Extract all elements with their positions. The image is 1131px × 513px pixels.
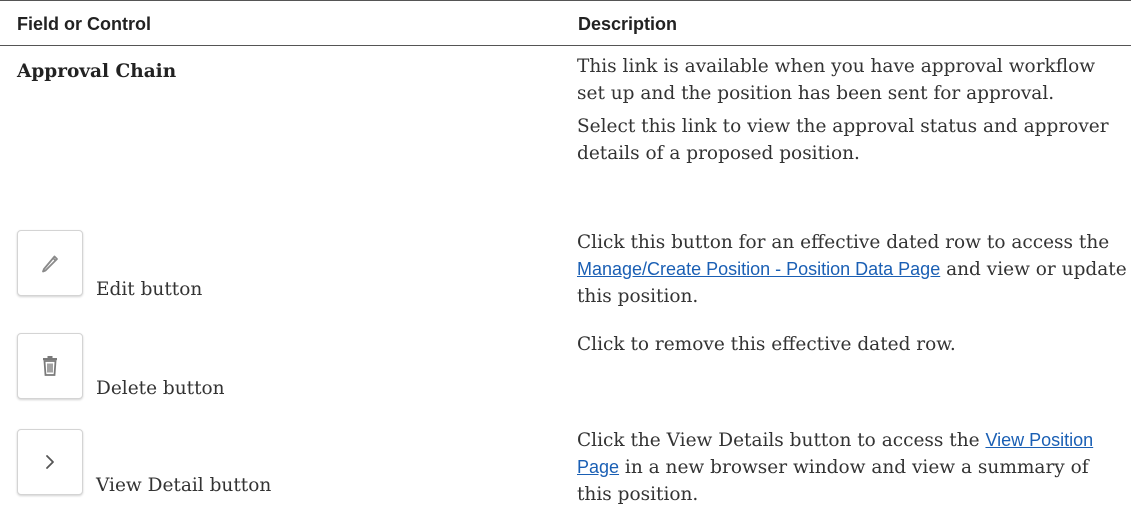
desc-paragraph: Select this link to view the approval st… <box>577 116 1109 164</box>
desc-text: Click the View Details button to access … <box>577 430 986 451</box>
desc-approval-chain: This link is available when you have app… <box>577 53 1127 167</box>
field-approval-chain: Approval Chain <box>17 61 177 82</box>
view-detail-button[interactable] <box>17 429 83 495</box>
desc-text: Click this button for an effective dated… <box>577 232 1110 253</box>
column-header-description: Description <box>578 14 678 34</box>
delete-button-label: Delete button <box>96 378 225 399</box>
desc-delete: Click to remove this effective dated row… <box>577 334 956 355</box>
desc-edit: Click this button for an effective dated… <box>577 229 1127 310</box>
column-header-field: Field or Control <box>17 14 151 34</box>
chevron-right-icon <box>46 455 54 469</box>
trash-icon <box>43 356 57 376</box>
view-detail-button-label: View Detail button <box>96 475 272 496</box>
manage-create-position-link[interactable]: Manage/Create Position - Position Data P… <box>577 259 940 279</box>
desc-view-detail: Click the View Details button to access … <box>577 427 1127 508</box>
desc-paragraph: This link is available when you have app… <box>577 56 1096 104</box>
edit-button[interactable] <box>17 230 83 296</box>
pencil-icon <box>42 255 58 273</box>
delete-button[interactable] <box>17 333 83 399</box>
edit-button-label: Edit button <box>96 279 203 300</box>
table-header: Field or Control Description <box>0 0 1131 46</box>
desc-text: in a new browser window and view a summa… <box>577 457 1089 505</box>
